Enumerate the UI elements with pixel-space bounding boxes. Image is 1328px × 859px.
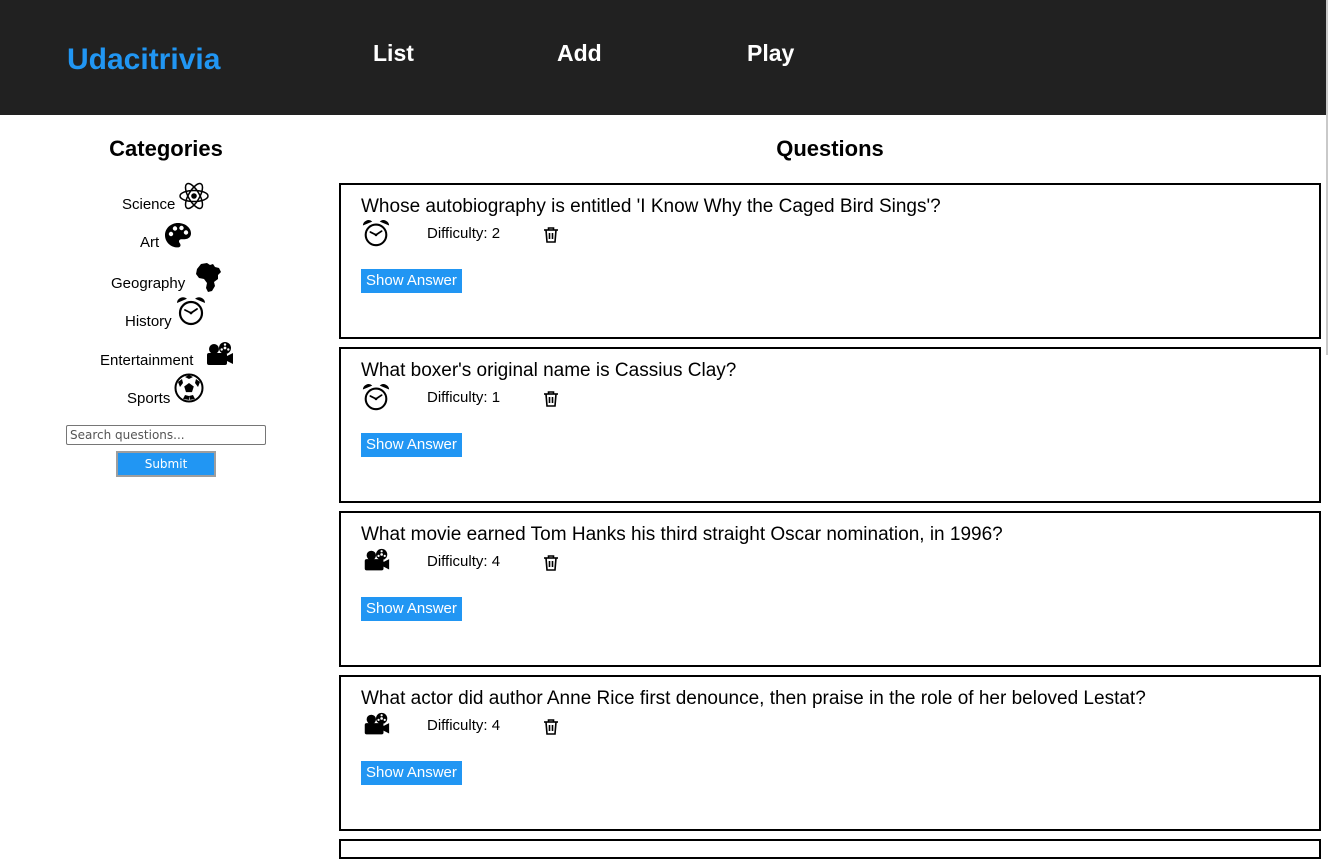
trash-icon[interactable] [541,553,561,573]
trash-icon[interactable] [541,389,561,409]
category-entertainment[interactable]: Entertainment [100,334,233,370]
submit-button[interactable]: Submit [116,451,216,477]
show-answer-button[interactable]: Show Answer [361,761,462,785]
show-answer-button[interactable]: Show Answer [361,433,462,457]
film-projector-icon [203,339,233,367]
alarm-clock-icon [175,295,207,327]
question-card [339,839,1321,859]
soccer-ball-icon [173,372,205,404]
category-label: Sports [127,390,171,407]
question-text: What movie earned Tom Hanks his third st… [361,524,1003,545]
question-card: What movie earned Tom Hanks his third st… [339,511,1321,667]
category-sports[interactable]: Sports [127,372,209,408]
nav-add[interactable]: Add [557,38,602,68]
show-answer-button[interactable]: Show Answer [361,269,462,293]
search-input[interactable] [66,425,266,445]
film-projector-icon [361,546,391,576]
palette-icon [162,220,191,248]
question-card: What actor did author Anne Rice first de… [339,675,1321,831]
trash-icon[interactable] [541,225,561,245]
category-label: Geography [111,275,186,292]
category-label: Art [140,234,160,251]
category-label: Entertainment [100,352,194,369]
film-projector-icon [361,710,391,740]
nav-list[interactable]: List [373,38,414,68]
nav-play[interactable]: Play [747,38,794,68]
question-text: What actor did author Anne Rice first de… [361,688,1146,709]
alarm-clock-icon [361,218,391,248]
categories-title: Categories [109,136,223,161]
africa-icon [193,260,221,292]
questions-title: Questions [776,136,884,161]
category-geography[interactable]: Geography [111,257,221,293]
category-art[interactable]: Art [140,216,191,252]
category-label: Science [122,196,176,213]
show-answer-button[interactable]: Show Answer [361,597,462,621]
difficulty-label: Difficulty: 4 [427,553,501,570]
app-header: Udacitrivia List Add Play [0,0,1326,115]
difficulty-label: Difficulty: 1 [427,389,501,406]
question-card: What boxer's original name is Cassius Cl… [339,347,1321,503]
trash-icon[interactable] [541,717,561,737]
difficulty-label: Difficulty: 4 [427,717,501,734]
category-history[interactable]: History [125,295,209,331]
brand-logo[interactable]: Udacitrivia [67,41,220,79]
category-science[interactable]: Science [122,178,212,214]
alarm-clock-icon [361,382,391,412]
question-text: What boxer's original name is Cassius Cl… [361,360,737,381]
question-text: Whose autobiography is entitled 'I Know … [361,196,941,217]
difficulty-label: Difficulty: 2 [427,225,501,242]
atom-icon [178,180,210,212]
question-card: Whose autobiography is entitled 'I Know … [339,183,1321,339]
category-label: History [125,313,172,330]
